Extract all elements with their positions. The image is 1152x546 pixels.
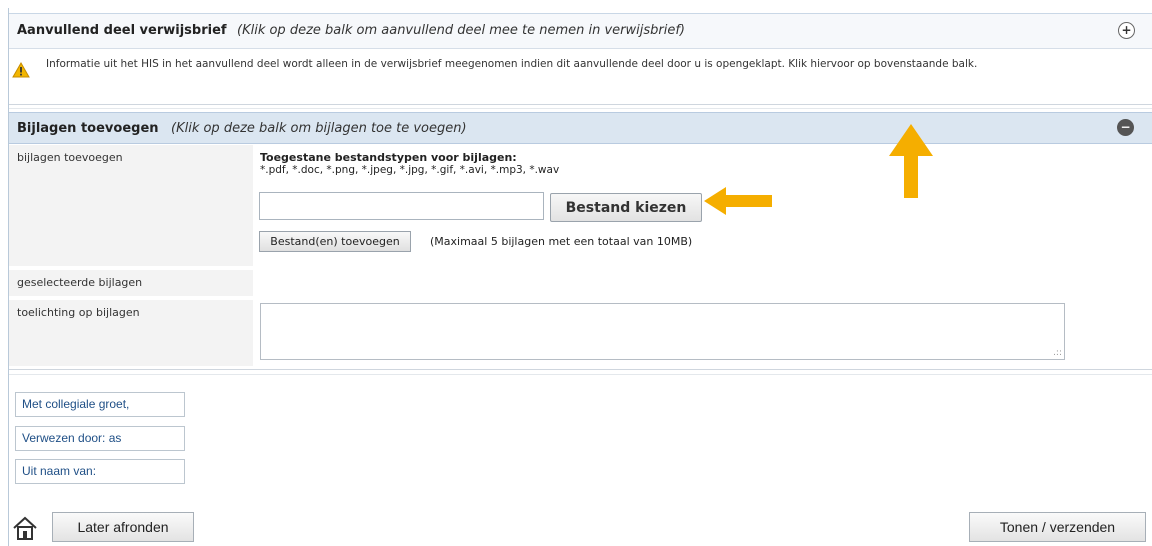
on-behalf-of-field[interactable]: Uit naam van: xyxy=(15,459,185,484)
extra-section-hint: (Klik op deze balk om aanvullend deel me… xyxy=(237,23,685,38)
allowed-types-list: *.pdf, *.doc, *.png, *.jpeg, *.jpg, *.gi… xyxy=(260,164,560,176)
file-path-input[interactable] xyxy=(259,192,544,220)
divider xyxy=(9,108,1152,109)
attachments-section-hint: (Klik op deze balk om bijlagen toe te vo… xyxy=(171,121,467,136)
arrow-up-icon xyxy=(889,124,933,198)
home-icon[interactable] xyxy=(10,513,40,543)
extra-section-header[interactable]: Aanvullend deel verwijsbrief (Klik op de… xyxy=(9,13,1152,49)
attachments-section-header[interactable]: Bijlagen toevoegen (Klik op deze balk om… xyxy=(9,112,1152,144)
attachments-explanation-textarea[interactable]: .:: xyxy=(260,303,1065,360)
divider xyxy=(9,374,1152,375)
warning-triangle-icon xyxy=(12,62,30,78)
finish-later-button[interactable]: Later afronden xyxy=(52,512,194,542)
divider xyxy=(9,104,1152,105)
greeting-field[interactable]: Met collegiale groet, xyxy=(15,392,185,417)
allowed-types-title: Toegestane bestandstypen voor bijlagen: xyxy=(260,151,517,164)
label-attachments-explanation: toelichting op bijlagen xyxy=(9,300,253,366)
collapse-toggle-icon[interactable]: − xyxy=(1117,119,1134,136)
divider xyxy=(9,369,1152,370)
attachments-section-title: Bijlagen toevoegen xyxy=(17,121,159,136)
show-send-button[interactable]: Tonen / verzenden xyxy=(969,512,1146,542)
label-selected-attachments: geselecteerde bijlagen xyxy=(9,270,253,296)
arrow-left-icon xyxy=(704,187,772,215)
max-attachments-note: (Maximaal 5 bijlagen met een totaal van … xyxy=(430,235,693,248)
extra-section-title: Aanvullend deel verwijsbrief xyxy=(17,23,227,38)
add-files-button[interactable]: Bestand(en) toevoegen xyxy=(259,231,411,252)
expand-toggle-icon[interactable]: + xyxy=(1118,22,1135,39)
choose-file-button[interactable]: Bestand kiezen xyxy=(550,193,702,222)
extra-section-warning: Informatie uit het HIS in het aanvullend… xyxy=(46,58,978,70)
resize-grip-icon[interactable]: .:: xyxy=(1053,348,1062,358)
label-add-attachments: bijlagen toevoegen xyxy=(9,145,253,266)
referred-by-field[interactable]: Verwezen door: as xyxy=(15,426,185,451)
